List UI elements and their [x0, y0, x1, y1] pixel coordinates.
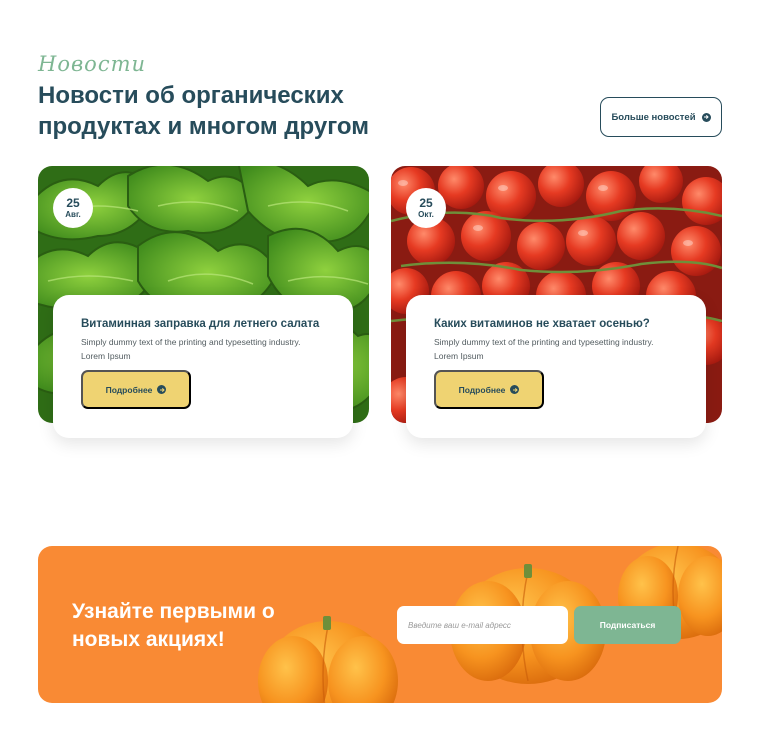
- read-more-label: Подробнее: [105, 384, 153, 395]
- date-badge: 25 Окт.: [406, 188, 446, 228]
- news-card-text: Simply dummy text of the printing and ty…: [81, 337, 301, 361]
- date-day: 25: [66, 195, 80, 210]
- arrow-right-circle-icon: [157, 385, 167, 394]
- read-more-label: Подробнее: [458, 384, 506, 395]
- arrow-right-circle-icon: [510, 385, 520, 394]
- date-month: Авг.: [65, 209, 81, 219]
- arrow-right-circle-icon: [701, 112, 711, 122]
- news-card-text: Simply dummy text of the printing and ty…: [434, 337, 654, 361]
- date-month: Окт.: [418, 209, 434, 219]
- date-day: 25: [419, 195, 433, 210]
- news-card: Каких витаминов не хватает осенью? Simpl…: [406, 295, 706, 438]
- email-field[interactable]: [397, 606, 568, 644]
- news-card: Витаминная заправка для летнего салата S…: [53, 295, 353, 438]
- subscribe-banner: Узнайте первыми о новых акциях! Подписат…: [38, 546, 722, 703]
- read-more-button[interactable]: Подробнее: [434, 370, 544, 409]
- section-eyebrow: Новости: [38, 52, 147, 76]
- section-title: Новости об органических продуктах и мног…: [38, 82, 369, 140]
- subscribe-title: Узнайте первыми о новых акциях!: [72, 600, 275, 651]
- more-news-button[interactable]: Больше новостей: [600, 97, 722, 137]
- read-more-button[interactable]: Подробнее: [81, 370, 191, 409]
- news-card-title[interactable]: Витаминная заправка для летнего салата: [81, 318, 319, 330]
- news-card-title[interactable]: Каких витаминов не хватает осенью?: [434, 318, 650, 330]
- subscribe-button[interactable]: Подписаться: [574, 606, 681, 644]
- more-news-label: Больше новостей: [611, 111, 696, 123]
- date-badge: 25 Авг.: [53, 188, 93, 228]
